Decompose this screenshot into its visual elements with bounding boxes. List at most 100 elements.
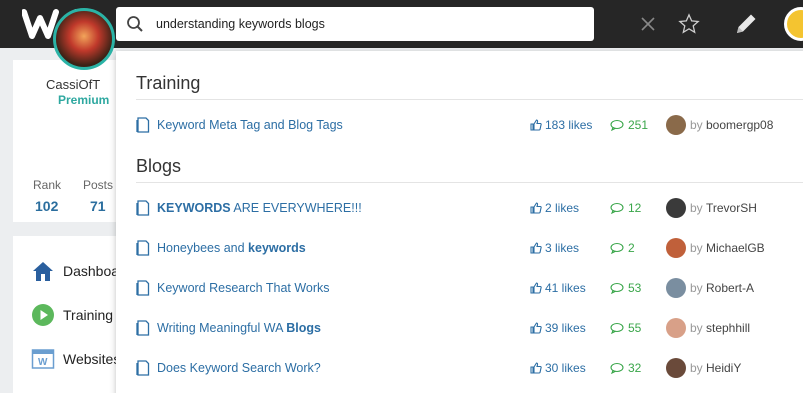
result-title-link[interactable]: Honeybees and keywords (157, 241, 306, 255)
comments-text: 251 (628, 118, 649, 132)
likes-count[interactable]: 41 likes (530, 281, 586, 295)
author-username[interactable]: MichaelGB (706, 241, 765, 255)
document-icon (136, 320, 150, 336)
result-title-link[interactable]: KEYWORDS ARE EVERYWHERE!!! (157, 201, 362, 215)
star-icon[interactable] (678, 13, 700, 35)
search-icon (127, 16, 143, 32)
likes-text: 39 likes (545, 321, 586, 335)
comments-count[interactable]: 53 (610, 281, 641, 295)
close-icon[interactable] (640, 16, 656, 32)
svg-text:W: W (38, 357, 48, 368)
comments-count[interactable]: 2 (610, 241, 635, 255)
pencil-icon[interactable] (733, 11, 759, 37)
result-title-link[interactable]: Writing Meaningful WA Blogs (157, 321, 321, 335)
by-label: by (690, 321, 703, 335)
comment-icon (610, 322, 624, 335)
likes-count[interactable]: 2 likes (530, 201, 579, 215)
author-username[interactable]: TrevorSH (706, 201, 757, 215)
comment-icon (610, 242, 624, 255)
profile-name[interactable]: CassiOfT (46, 77, 100, 92)
training-section-title: Training (136, 73, 201, 93)
likes-text: 183 likes (545, 118, 593, 132)
comments-count[interactable]: 12 (610, 201, 641, 215)
by-label: by (690, 201, 703, 215)
comments-text: 55 (628, 321, 642, 335)
comment-icon (610, 119, 624, 132)
author-username[interactable]: HeidiY (706, 361, 741, 375)
posts-label: Posts (83, 178, 114, 192)
blogs-section-title: Blogs (136, 156, 182, 176)
document-icon (136, 360, 150, 376)
search-result-row[interactable]: Writing Meaningful WA Blogs 39 likes 55 by s… (116, 316, 803, 340)
by-label: by (690, 361, 703, 375)
posts-value[interactable]: 71 (90, 198, 106, 214)
author-avatar[interactable] (666, 238, 686, 258)
comment-icon (610, 362, 624, 375)
sidebar-item-label: Websites (63, 351, 121, 367)
top-navigation-bar (0, 0, 803, 48)
search-result-row[interactable]: Keyword Research That Works 41 likes 53 by R… (116, 276, 803, 300)
author-avatar[interactable] (666, 198, 686, 218)
highlighted-term: KEYWORDS (157, 201, 231, 215)
search-results-dropdown: Training Keyword Meta Tag and Blog Tags 1… (116, 51, 803, 393)
comments-text: 32 (628, 361, 642, 375)
comments-count[interactable]: 55 (610, 321, 641, 335)
sidebar-nav: Dashboa Training W Websites (13, 236, 123, 393)
author-username[interactable]: Robert-A (706, 281, 754, 295)
document-icon (136, 280, 150, 296)
sidebar-item-label: Dashboa (63, 263, 120, 279)
comments-text: 53 (628, 281, 642, 295)
title-text: ARE EVERYWHERE!!! (230, 201, 362, 215)
by-label: by (690, 118, 703, 132)
author-avatar[interactable] (666, 358, 686, 378)
likes-text: 3 likes (545, 241, 580, 255)
comment-icon (610, 202, 624, 215)
search-result-row[interactable]: KEYWORDS ARE EVERYWHERE!!! 2 likes 12 by Tre… (116, 196, 803, 220)
likes-count[interactable]: 3 likes (530, 241, 579, 255)
thumbs-up-icon (530, 119, 542, 131)
author-username[interactable]: stephhill (706, 321, 750, 335)
comments-text: 2 (628, 241, 635, 255)
user-avatar[interactable] (784, 7, 803, 41)
title-text: Writing Meaningful WA (157, 321, 287, 335)
profile-stats: Rank 102 Posts 71 (13, 178, 123, 224)
thumbs-up-icon (530, 322, 542, 334)
result-title-link[interactable]: Keyword Meta Tag and Blog Tags (157, 118, 343, 132)
result-title-link[interactable]: Keyword Research That Works (157, 281, 330, 295)
title-text: Keyword Research That Works (157, 281, 330, 295)
author-avatar[interactable] (666, 115, 686, 135)
home-icon (33, 262, 53, 281)
document-icon (136, 117, 150, 133)
result-title-link[interactable]: Does Keyword Search Work? (157, 361, 321, 375)
search-result-row[interactable]: Honeybees and keywords 3 likes 2 by MichaelG… (116, 236, 803, 260)
thumbs-up-icon (530, 362, 542, 374)
author-avatar[interactable] (666, 278, 686, 298)
author-avatar[interactable] (666, 318, 686, 338)
section-divider (136, 99, 803, 100)
sidebar-item-label: Training (63, 307, 114, 323)
document-icon (136, 200, 150, 216)
title-text: Does Keyword Search Work? (157, 361, 321, 375)
rank-value: 102 (35, 198, 59, 214)
highlighted-term: keywords (248, 241, 306, 255)
likes-text: 2 likes (545, 201, 580, 215)
comments-count[interactable]: 32 (610, 361, 641, 375)
likes-text: 30 likes (545, 361, 586, 375)
likes-count[interactable]: 183 likes (530, 118, 592, 132)
thumbs-up-icon (530, 202, 542, 214)
comments-text: 12 (628, 201, 642, 215)
search-bar (116, 7, 700, 41)
comments-count[interactable]: 251 (610, 118, 648, 132)
title-text: Honeybees and (157, 241, 249, 255)
section-divider (136, 182, 803, 183)
likes-count[interactable]: 39 likes (530, 321, 586, 335)
search-result-row[interactable]: Does Keyword Search Work? 30 likes 32 by Hei… (116, 356, 803, 380)
profile-avatar[interactable] (53, 8, 115, 70)
author-username[interactable]: boomergp08 (706, 118, 773, 132)
rank-label: Rank (33, 178, 62, 192)
search-result-row[interactable]: Keyword Meta Tag and Blog Tags 183 likes 2… (116, 113, 803, 137)
thumbs-up-icon (530, 242, 542, 254)
likes-count[interactable]: 30 likes (530, 361, 586, 375)
search-input[interactable] (156, 14, 516, 34)
highlighted-term: Blogs (286, 321, 321, 335)
